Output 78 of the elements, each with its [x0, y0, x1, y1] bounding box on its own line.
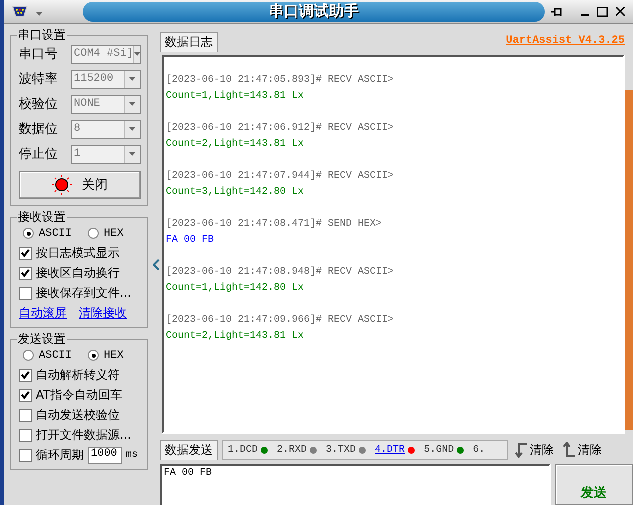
- log-header: [2023-06-10 21:47:09.966]# RECV ASCII>: [166, 314, 396, 328]
- log-header: [2023-06-10 21:47:05.893]# RECV ASCII>: [166, 74, 396, 88]
- log-payload: Count=3,Light=142.80 Lx: [166, 186, 306, 200]
- log-payload: Count=2,Light=143.81 Lx: [166, 138, 306, 152]
- signal-indicator: 2.RXD: [277, 444, 318, 456]
- log-payload: FA 00 FB: [166, 234, 216, 248]
- log-payload: Count=1,Light=143.81 Lx: [166, 90, 306, 104]
- checkbox[interactable]: [19, 449, 32, 462]
- send-tab[interactable]: 数据发送: [160, 440, 218, 460]
- clear-button[interactable]: 清除: [512, 442, 556, 458]
- field-label: 校验位: [19, 96, 58, 113]
- log-header: [2023-06-10 21:47:08.948]# RECV ASCII>: [166, 266, 396, 280]
- log-header: [2023-06-10 21:47:07.944]# RECV ASCII>: [166, 170, 396, 184]
- field-label: 停止位: [19, 146, 58, 163]
- radio-button[interactable]: ASCII: [23, 228, 72, 240]
- checkbox[interactable]: [19, 267, 32, 280]
- link[interactable]: 清除接收: [79, 305, 127, 322]
- radio-button[interactable]: HEX: [88, 350, 124, 362]
- lamp-icon: [52, 175, 72, 195]
- collapse-icon[interactable]: [152, 258, 160, 270]
- checkbox[interactable]: [19, 369, 32, 382]
- log-payload: Count=2,Light=143.81 Lx: [166, 330, 306, 344]
- signal-indicator: 6.: [473, 444, 486, 456]
- option-label: 打开文件数据源...: [36, 427, 132, 444]
- group-title: 串口设置: [17, 28, 67, 42]
- caret-icon: [134, 52, 140, 56]
- option-label: AT指令自动回车: [36, 387, 123, 404]
- log-payload: Count=1,Light=142.80 Lx: [166, 282, 306, 296]
- caret-icon: [129, 127, 136, 131]
- option-label: 自动解析转义符: [36, 367, 120, 384]
- radio-button[interactable]: ASCII: [23, 350, 72, 362]
- dropdown[interactable]: NONE: [71, 94, 141, 114]
- checkbox[interactable]: [19, 409, 32, 422]
- send-button[interactable]: 发送: [555, 464, 633, 505]
- option-label: 自动发送校验位: [36, 407, 120, 424]
- pin-icon[interactable]: [551, 6, 563, 16]
- down-arrow-icon: [514, 442, 528, 458]
- caret-icon: [129, 77, 136, 81]
- caret-icon: [129, 152, 136, 156]
- checkbox[interactable]: [19, 247, 32, 260]
- caret-icon: [129, 102, 136, 106]
- maximize-icon[interactable]: [597, 6, 608, 16]
- radio-button[interactable]: HEX: [88, 228, 124, 240]
- checkbox[interactable]: [19, 287, 32, 300]
- signal-indicator: 5.GND: [424, 444, 464, 456]
- clear-button[interactable]: 清除: [560, 442, 604, 458]
- option-label: 循环周期: [36, 447, 84, 464]
- serial-port-icon[interactable]: [12, 6, 28, 18]
- checkbox[interactable]: [19, 389, 32, 402]
- option-label: 接收区自动换行: [36, 265, 120, 282]
- option-label: 按日志模式显示: [36, 245, 120, 262]
- caret-icon: [36, 12, 43, 16]
- field-label: 数据位: [19, 121, 58, 138]
- field-label: 波特率: [19, 71, 58, 88]
- scrollbar-thumb[interactable]: [625, 90, 633, 430]
- link[interactable]: 自动滚屏: [19, 305, 67, 322]
- signal-indicator: 1.DCD: [228, 444, 268, 456]
- dropdown[interactable]: 1: [71, 144, 141, 164]
- up-arrow-icon: [562, 442, 576, 458]
- log-tab[interactable]: 数据日志: [160, 32, 218, 52]
- option-label: 接收保存到文件...: [36, 285, 132, 302]
- signal-indicator[interactable]: 4.DTR: [375, 444, 416, 456]
- window-title: 串口调试助手: [269, 2, 359, 21]
- send-input[interactable]: FA 00 FB: [160, 464, 551, 505]
- field-label: 串口号: [19, 46, 58, 63]
- checkbox[interactable]: [19, 429, 32, 442]
- unit-label: ms: [126, 450, 138, 461]
- log-header: [2023-06-10 21:47:08.471]# SEND HEX>: [166, 218, 384, 232]
- dropdown[interactable]: 8: [71, 120, 141, 138]
- dropdown[interactable]: 115200: [71, 70, 141, 88]
- signal-indicator: 3.TXD: [326, 444, 366, 456]
- group-title: 接收设置: [17, 210, 67, 224]
- close-icon[interactable]: [616, 7, 625, 16]
- dropdown[interactable]: COM4 #Si]: [71, 44, 141, 64]
- period-field[interactable]: 1000: [88, 447, 122, 464]
- log-header: [2023-06-10 21:47:06.912]# RECV ASCII>: [166, 122, 396, 136]
- group-title: 发送设置: [17, 332, 67, 346]
- close-port-button[interactable]: 关闭: [19, 171, 141, 199]
